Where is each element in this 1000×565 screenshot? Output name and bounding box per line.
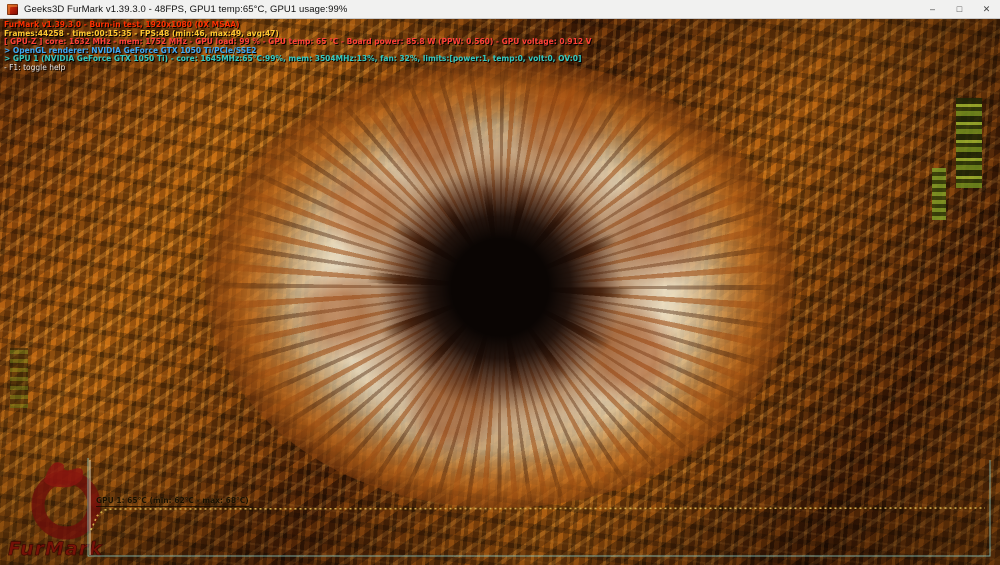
osd-line-gpu1: > GPU 1 (NVIDIA GeForce GTX 1050 Ti) - c… <box>4 54 582 64</box>
gpu-temp-graph <box>87 458 991 557</box>
title-bar[interactable]: Geeks3D FurMark v1.39.3.0 - 48FPS, GPU1 … <box>0 0 1000 19</box>
graph-border <box>87 458 991 557</box>
maximize-button[interactable]: □ <box>946 0 973 18</box>
gpu-temp-label: GPU 1: 65°C (min: 62°C - max: 68°C) <box>96 496 249 507</box>
osd-line-help: - F1: toggle help <box>4 62 66 72</box>
caption-buttons: – □ ✕ <box>919 0 1000 18</box>
app-icon <box>7 3 18 15</box>
minimize-button[interactable]: – <box>919 0 946 18</box>
close-button[interactable]: ✕ <box>973 0 1000 18</box>
furmark-window: Geeks3D FurMark v1.39.3.0 - 48FPS, GPU1 … <box>0 0 1000 565</box>
window-title: Geeks3D FurMark v1.39.3.0 - 48FPS, GPU1 … <box>24 3 348 15</box>
render-viewport: FurMark v1.39.3.0 - Burn-in test, 1920x1… <box>0 18 1000 565</box>
gpu-temp-line <box>90 507 986 531</box>
osd-stats: FurMark v1.39.3.0 - Burn-in test, 1920x1… <box>4 20 591 73</box>
